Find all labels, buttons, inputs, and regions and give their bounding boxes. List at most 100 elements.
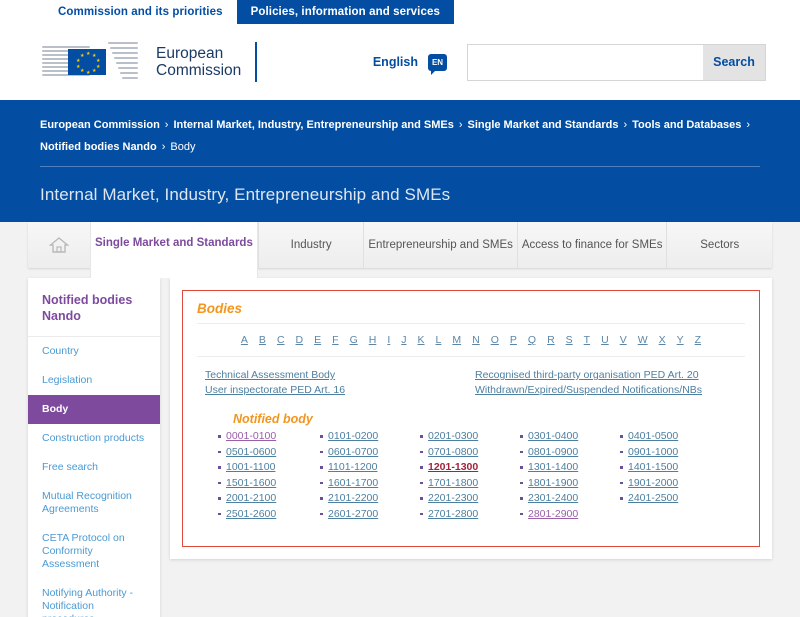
range-link-1601-1700[interactable]: 1601-1700	[319, 476, 419, 492]
sidebar-item-ceta-protocol[interactable]: CETA Protocol on Conformity Assessment	[28, 524, 160, 579]
range-link-0801-0900[interactable]: 0801-0900	[519, 445, 619, 461]
range-link-1801-1900[interactable]: 1801-1900	[519, 476, 619, 492]
alphabet-index: ABCDEFGHIJKLMNOPQRSTUVWXYZ	[197, 324, 745, 357]
range-link-2201-2300[interactable]: 2201-2300	[419, 491, 519, 507]
range-link-label: 2001-2100	[226, 492, 277, 504]
sidebar-item-body[interactable]: Body	[28, 395, 160, 424]
breadcrumb-internal-market[interactable]: Internal Market, Industry, Entrepreneurs…	[173, 119, 453, 131]
alphabet-link-r[interactable]: R	[547, 334, 555, 346]
language-badge-icon[interactable]: EN	[428, 53, 447, 75]
range-link-1001-1100[interactable]: 1001-1100	[217, 460, 319, 476]
range-link-1101-1200[interactable]: 1101-1200	[319, 460, 419, 476]
alphabet-link-p[interactable]: P	[510, 334, 517, 346]
alphabet-link-z[interactable]: Z	[695, 334, 701, 346]
alphabet-link-s[interactable]: S	[566, 334, 573, 346]
range-link-2301-2400[interactable]: 2301-2400	[519, 491, 619, 507]
sidebar-item-legislation[interactable]: Legislation	[28, 366, 160, 395]
tab-access-to-finance-for-smes[interactable]: Access to finance for SMEs	[516, 222, 667, 268]
alphabet-link-q[interactable]: Q	[528, 334, 536, 346]
link-recognised-third-party-organisation-ped-art-20[interactable]: Recognised third-party organisation PED …	[475, 368, 745, 383]
range-link-2501-2600[interactable]: 2501-2600	[217, 507, 319, 523]
alphabet-link-c[interactable]: C	[277, 334, 285, 346]
breadcrumb-tools-databases[interactable]: Tools and Databases	[632, 119, 741, 131]
range-link-0601-0700[interactable]: 0601-0700	[319, 445, 419, 461]
sidebar-item-free-search[interactable]: Free search	[28, 453, 160, 482]
range-link-1301-1400[interactable]: 1301-1400	[519, 460, 619, 476]
range-link-0101-0200[interactable]: 0101-0200	[319, 429, 419, 445]
range-link-0301-0400[interactable]: 0301-0400	[519, 429, 619, 445]
alphabet-link-u[interactable]: U	[601, 334, 609, 346]
range-link-label: 2601-2700	[328, 507, 379, 520]
range-link-1401-1500[interactable]: 1401-1500	[619, 460, 719, 476]
alphabet-link-o[interactable]: O	[491, 334, 499, 346]
range-link-1201-1300[interactable]: 1201-1300	[419, 460, 519, 476]
european-commission-logo[interactable]: ★ ★ ★ ★ ★ ★ ★ ★ ★ ★ European Commission	[40, 40, 258, 84]
tab-entrepreneurship-and-smes[interactable]: Entrepreneurship and SMEs	[363, 222, 516, 268]
alphabet-link-k[interactable]: K	[418, 334, 425, 346]
language-label[interactable]: English	[373, 55, 418, 69]
sidebar-item-notifying-authority[interactable]: Notifying Authority - Notification proce…	[28, 579, 160, 617]
topnav-item-commission[interactable]: Commission and its priorities	[44, 0, 237, 24]
alphabet-link-m[interactable]: M	[452, 334, 461, 346]
link-technical-assessment-body[interactable]: Technical Assessment Body	[205, 368, 475, 383]
range-link-2601-2700[interactable]: 2601-2700	[319, 507, 419, 523]
range-link-0201-0300[interactable]: 0201-0300	[419, 429, 519, 445]
search-button[interactable]: Search	[703, 44, 765, 80]
tab-sectors[interactable]: Sectors	[666, 222, 772, 268]
alphabet-link-d[interactable]: D	[296, 334, 304, 346]
link-withdrawn-expired-suspended-notifications[interactable]: Withdrawn/Expired/Suspended Notification…	[475, 383, 745, 398]
alphabet-link-a[interactable]: A	[241, 334, 248, 346]
alphabet-link-n[interactable]: N	[472, 334, 480, 346]
sidebar-title: Notified bodies Nando	[28, 292, 160, 337]
alphabet-link-i[interactable]: I	[387, 334, 390, 346]
alphabet-link-b[interactable]: B	[259, 334, 266, 346]
tab-industry[interactable]: Industry	[257, 222, 364, 268]
topnav-item-policies[interactable]: Policies, information and services	[236, 0, 454, 31]
alphabet-link-e[interactable]: E	[314, 334, 321, 346]
home-icon	[49, 236, 69, 254]
alphabet-link-f[interactable]: F	[332, 334, 338, 346]
range-link-1901-2000[interactable]: 1901-2000	[619, 476, 719, 492]
range-link-2401-2500[interactable]: 2401-2500	[619, 491, 719, 507]
logo-wordmark: European Commission	[156, 45, 241, 79]
alphabet-link-v[interactable]: V	[620, 334, 627, 346]
alphabet-link-y[interactable]: Y	[677, 334, 684, 346]
alphabet-link-t[interactable]: T	[584, 334, 590, 346]
range-link-label: 1101-1200	[328, 461, 378, 473]
category-links: Technical Assessment Body User inspector…	[197, 357, 745, 398]
search-input[interactable]	[468, 44, 703, 80]
alphabet-link-x[interactable]: X	[659, 334, 666, 346]
sidebar-item-country[interactable]: Country	[28, 337, 160, 366]
alphabet-link-h[interactable]: H	[369, 334, 377, 346]
alphabet-link-l[interactable]: L	[436, 334, 442, 346]
alphabet-link-j[interactable]: J	[401, 334, 406, 346]
range-link-0701-0800[interactable]: 0701-0800	[419, 445, 519, 461]
range-column-1: 0101-0200 0601-0700 1101-1200 1601-1700 2101…	[319, 429, 419, 522]
breadcrumb-european-commission[interactable]: European Commission	[40, 119, 160, 131]
link-user-inspectorate-ped-art-16[interactable]: User inspectorate PED Art. 16	[205, 383, 475, 398]
range-link-1701-1800[interactable]: 1701-1800	[419, 476, 519, 492]
sidebar-item-mutual-recognition-agreements[interactable]: Mutual Recognition Agreements	[28, 482, 160, 524]
breadcrumb-single-market[interactable]: Single Market and Standards	[468, 119, 619, 131]
breadcrumb-current-body: Body	[170, 141, 196, 153]
bodies-panel: Bodies ABCDEFGHIJKLMNOPQRSTUVWXYZ Techni…	[182, 290, 760, 547]
range-link-0001-0100[interactable]: 0001-0100	[217, 429, 319, 445]
range-link-0501-0600[interactable]: 0501-0600	[217, 445, 319, 461]
alphabet-link-g[interactable]: G	[350, 334, 358, 346]
page-title: Internal Market, Industry, Entrepreneurs…	[40, 185, 451, 204]
breadcrumb-separator-icon: ›	[161, 141, 166, 153]
range-link-2001-2100[interactable]: 2001-2100	[217, 491, 319, 507]
range-link-0401-0500[interactable]: 0401-0500	[619, 429, 719, 445]
tab-single-market-and-standards[interactable]: Single Market and Standards	[90, 222, 258, 278]
tab-home[interactable]	[28, 222, 90, 268]
sidebar-item-construction-products[interactable]: Construction products	[28, 424, 160, 453]
range-link-2801-2900[interactable]: 2801-2900	[519, 507, 619, 523]
range-link-2101-2200[interactable]: 2101-2200	[319, 491, 419, 507]
range-link-0901-1000[interactable]: 0901-1000	[619, 445, 719, 461]
range-link-label: 0501-0600	[226, 445, 277, 458]
breadcrumb-notified-bodies-nando[interactable]: Notified bodies Nando	[40, 141, 157, 153]
range-link-1501-1600[interactable]: 1501-1600	[217, 476, 319, 492]
alphabet-link-w[interactable]: W	[638, 334, 648, 346]
range-link-label: 1501-1600	[226, 476, 277, 489]
range-link-2701-2800[interactable]: 2701-2800	[419, 507, 519, 523]
